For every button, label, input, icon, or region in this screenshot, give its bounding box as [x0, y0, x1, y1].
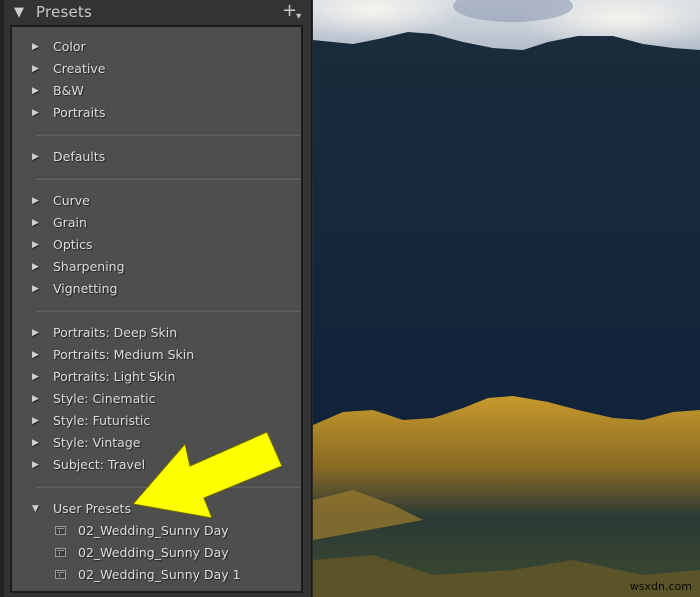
preset-folder-defaults[interactable]: ▶ Defaults — [12, 146, 301, 168]
folder-label: Subject: Travel — [53, 457, 146, 472]
expand-triangle-icon: ▶ — [32, 108, 39, 118]
expand-triangle-icon: ▶ — [32, 64, 39, 74]
folder-label: Curve — [53, 193, 90, 208]
preset-icon — [55, 548, 66, 557]
preset-folder-subject-travel[interactable]: ▶ Subject: Travel — [12, 454, 301, 476]
preset-label: 02_Wedding_Sunny Day 1 — [78, 567, 241, 582]
preset-icon — [55, 526, 66, 535]
landscape-photo — [313, 0, 700, 597]
user-preset-item[interactable]: 02_Wedding_Sunny Day 1 — [12, 564, 301, 586]
collapse-triangle-icon: ▼ — [32, 504, 39, 514]
expand-triangle-icon: ▶ — [32, 86, 39, 96]
preset-folder-style-vintage[interactable]: ▶ Style: Vintage — [12, 432, 301, 454]
folder-label: Vignetting — [53, 281, 118, 296]
folder-label: Portraits — [53, 105, 106, 120]
expand-triangle-icon: ▶ — [32, 42, 39, 52]
watermark: wsxdn.com — [629, 580, 692, 593]
collapse-triangle-icon[interactable]: ▼ — [14, 4, 24, 22]
user-preset-item[interactable]: 02_Wedding_Sunny Day — [12, 542, 301, 564]
photo-preview: wsxdn.com — [313, 0, 700, 597]
folder-label: Portraits: Deep Skin — [53, 325, 178, 340]
preset-label: 02_Wedding_Sunny Day — [78, 523, 229, 538]
preset-folder-vignetting[interactable]: ▶ Vignetting — [12, 278, 301, 300]
preset-folder-user-presets[interactable]: ▼ User Presets — [12, 498, 301, 520]
presets-panel: ▼ Presets +▾ ▶ Color ▶ Creative ▶ B&W ▶ Port… — [0, 0, 312, 597]
preset-icon — [55, 570, 66, 579]
expand-triangle-icon: ▶ — [32, 328, 39, 338]
preset-folder-sharpening[interactable]: ▶ Sharpening — [12, 256, 301, 278]
expand-triangle-icon: ▶ — [32, 460, 39, 470]
expand-triangle-icon: ▶ — [32, 262, 39, 272]
plus-icon: + — [282, 0, 298, 21]
folder-label: Portraits: Light Skin — [53, 369, 176, 384]
folder-label: Style: Vintage — [53, 435, 141, 450]
folder-label: Sharpening — [53, 259, 125, 274]
panel-edge — [0, 0, 4, 597]
panel-title[interactable]: Presets — [36, 2, 92, 22]
expand-triangle-icon: ▶ — [32, 196, 39, 206]
expand-triangle-icon: ▶ — [32, 438, 39, 448]
expand-triangle-icon: ▶ — [32, 240, 39, 250]
group-divider — [36, 309, 300, 312]
presets-list: ▶ Color ▶ Creative ▶ B&W ▶ Portraits ▶ Defaul… — [10, 25, 303, 593]
folder-label: Creative — [53, 61, 106, 76]
expand-triangle-icon: ▶ — [32, 350, 39, 360]
folder-label: Defaults — [53, 149, 106, 164]
group-divider — [36, 485, 300, 488]
preset-folder-color[interactable]: ▶ Color — [12, 36, 301, 58]
preset-folder-grain[interactable]: ▶ Grain — [12, 212, 301, 234]
folder-label: Color — [53, 39, 86, 54]
expand-triangle-icon: ▶ — [32, 416, 39, 426]
preset-folder-optics[interactable]: ▶ Optics — [12, 234, 301, 256]
preset-folder-creative[interactable]: ▶ Creative — [12, 58, 301, 80]
forested-ridge — [313, 32, 700, 430]
group-divider — [36, 133, 300, 136]
preset-folder-portraits-light-skin[interactable]: ▶ Portraits: Light Skin — [12, 366, 301, 388]
menu-dot-icon: ▾ — [296, 11, 302, 22]
group-divider — [36, 177, 300, 180]
folder-label: Grain — [53, 215, 87, 230]
expand-triangle-icon: ▶ — [32, 372, 39, 382]
expand-triangle-icon: ▶ — [32, 394, 39, 404]
preset-folder-portraits-deep-skin[interactable]: ▶ Portraits: Deep Skin — [12, 322, 301, 344]
preset-folder-bw[interactable]: ▶ B&W — [12, 80, 301, 102]
preset-folder-style-cinematic[interactable]: ▶ Style: Cinematic — [12, 388, 301, 410]
preset-folder-portraits[interactable]: ▶ Portraits — [12, 102, 301, 124]
folder-label: Style: Futuristic — [53, 413, 151, 428]
preset-label: 02_Wedding_Sunny Day — [78, 545, 229, 560]
folder-label: Optics — [53, 237, 93, 252]
folder-label: Portraits: Medium Skin — [53, 347, 195, 362]
expand-triangle-icon: ▶ — [32, 284, 39, 294]
preset-folder-curve[interactable]: ▶ Curve — [12, 190, 301, 212]
expand-triangle-icon: ▶ — [32, 218, 39, 228]
expand-triangle-icon: ▶ — [32, 152, 39, 162]
user-preset-item[interactable]: 02_Wedding_Sunny Day — [12, 520, 301, 542]
panel-header[interactable]: ▼ Presets +▾ — [0, 0, 312, 26]
preset-folder-style-futuristic[interactable]: ▶ Style: Futuristic — [12, 410, 301, 432]
folder-label: B&W — [53, 83, 84, 98]
folder-label: Style: Cinematic — [53, 391, 156, 406]
add-preset-button[interactable]: +▾ — [282, 1, 302, 24]
preset-folder-portraits-medium-skin[interactable]: ▶ Portraits: Medium Skin — [12, 344, 301, 366]
folder-label: User Presets — [53, 501, 131, 516]
